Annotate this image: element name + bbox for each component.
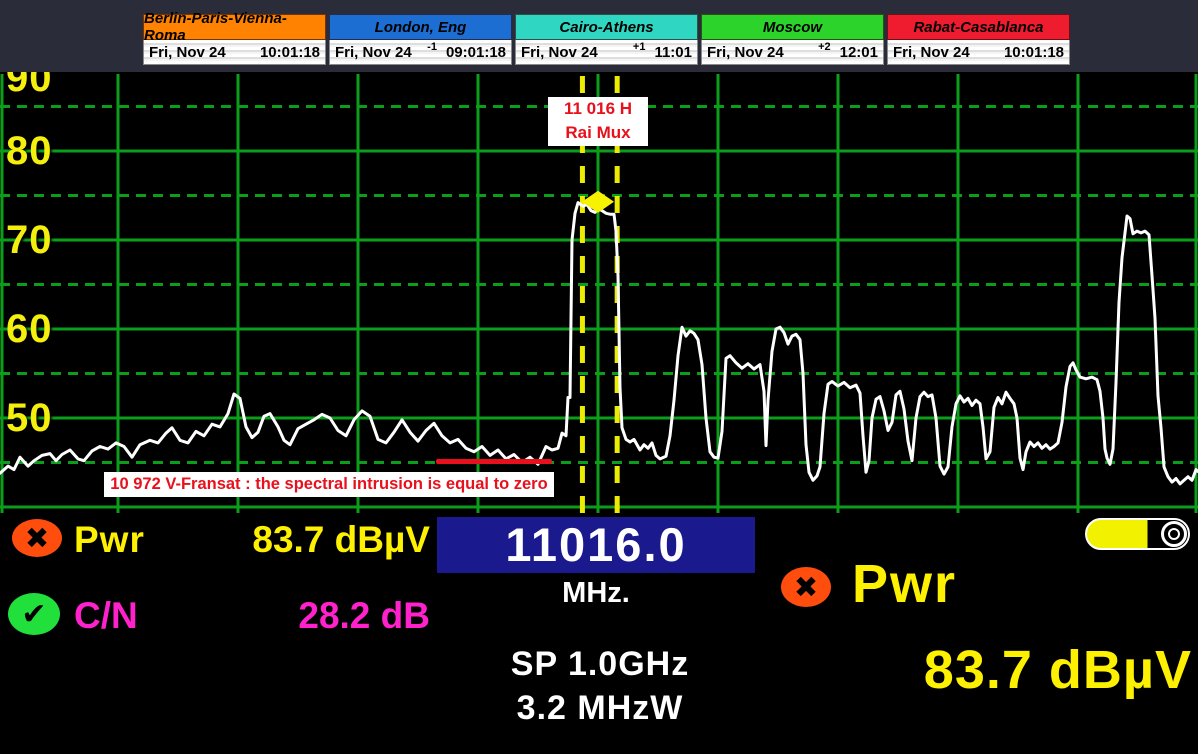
power-toggle-switch[interactable] <box>1085 518 1190 550</box>
clock-time: 11:01 <box>654 44 692 61</box>
clock-time: 10:01:18 <box>260 44 320 61</box>
clock-city-label: London, Eng <box>329 14 512 40</box>
clock-time: 09:01:18 <box>446 44 506 61</box>
clock-time-row: Fri, Nov 24 +1 11:01 <box>515 40 698 65</box>
intrusion-annotation: 10 972 V-Fransat : the spectral intrusio… <box>104 472 554 497</box>
clock-moscow: Moscow Fri, Nov 24 +2 12:01 <box>701 14 884 66</box>
y-axis-tick: 70 <box>6 219 53 261</box>
clock-date: Fri, Nov 24 <box>335 44 412 61</box>
clock-london: London, Eng Fri, Nov 24 -1 09:01:18 <box>329 14 512 66</box>
pwr-big-label: Pwr <box>852 553 957 615</box>
cn-label: C/N <box>74 595 138 637</box>
clock-date: Fri, Nov 24 <box>149 44 226 61</box>
readout-panel: ✖ Pwr 83.7 dBµV ✔ C/N 28.2 dB 11016.0 MH… <box>0 515 1198 754</box>
pwr-big-value: 83.7 dBµV <box>700 639 1192 701</box>
marker-label-frequency: 11 016 H <box>548 97 648 121</box>
clock-time-row: Fri, Nov 24 -1 09:01:18 <box>329 40 512 65</box>
y-axis-tick: 60 <box>6 308 53 350</box>
clock-cairo: Cairo-Athens Fri, Nov 24 +1 11:01 <box>515 14 698 66</box>
marker-label-mux: Rai Mux <box>548 121 648 145</box>
clock-berlin: Berlin-Paris-Vienna-Roma Fri, Nov 24 10:… <box>143 14 326 66</box>
spectrum-analyzer-screen: 9080706050 11 016 H Rai Mux 10 972 V-Fra… <box>0 0 1198 754</box>
top-band: Berlin-Paris-Vienna-Roma Fri, Nov 24 10:… <box>0 0 1198 72</box>
toggle-knob-icon <box>1161 521 1187 547</box>
clock-city-label: Cairo-Athens <box>515 14 698 40</box>
clock-city-label: Moscow <box>701 14 884 40</box>
pwr-value: 83.7 dBµV <box>150 519 430 561</box>
pwr-status-cross-icon: ✖ <box>12 519 62 557</box>
cn-status-check-icon: ✔ <box>8 593 60 635</box>
clock-utc-offset: +1 <box>633 41 646 53</box>
clock-date: Fri, Nov 24 <box>893 44 970 61</box>
world-clock-bar: Berlin-Paris-Vienna-Roma Fri, Nov 24 10:… <box>143 14 1070 66</box>
transponder-underline <box>436 459 552 464</box>
clock-utc-offset: -1 <box>427 41 437 53</box>
clock-utc-offset: +2 <box>818 41 831 53</box>
clock-rabat: Rabat-Casablanca Fri, Nov 24 10:01:18 <box>887 14 1070 66</box>
marker-label: 11 016 H Rai Mux <box>548 97 648 146</box>
clock-time-row: Fri, Nov 24 10:01:18 <box>143 40 326 65</box>
clock-time-row: Fri, Nov 24 +2 12:01 <box>701 40 884 65</box>
clock-city-label: Rabat-Casablanca <box>887 14 1070 40</box>
y-axis-tick: 80 <box>6 130 53 172</box>
clock-time-row: Fri, Nov 24 10:01:18 <box>887 40 1070 65</box>
pwr-label: Pwr <box>74 519 145 561</box>
cn-value: 28.2 dB <box>150 595 430 637</box>
frequency-display[interactable]: 11016.0 <box>437 517 755 573</box>
clock-time: 10:01:18 <box>1004 44 1064 61</box>
y-axis-tick: 50 <box>6 397 53 439</box>
clock-time: 12:01 <box>840 44 878 61</box>
clock-date: Fri, Nov 24 <box>521 44 598 61</box>
frequency-unit: MHz. <box>437 577 755 610</box>
pwr-big-cross-icon: ✖ <box>781 567 831 607</box>
clock-date: Fri, Nov 24 <box>707 44 784 61</box>
clock-city-label: Berlin-Paris-Vienna-Roma <box>143 14 326 40</box>
